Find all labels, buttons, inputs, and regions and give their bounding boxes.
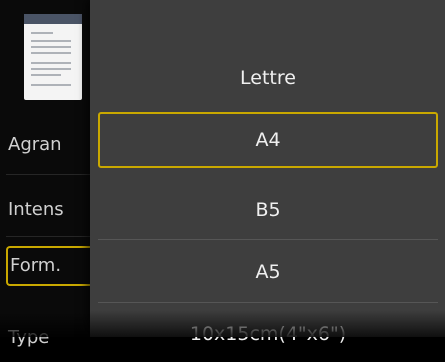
page-size-option-a5[interactable]: A5 [98,244,438,300]
page-size-option-letter[interactable]: Lettre [98,50,438,106]
page-size-option-b5[interactable]: B5 [98,182,438,238]
setting-item-intensity[interactable]: Intens [6,190,100,230]
settings-column: Agran Intens Form. Type [0,0,100,348]
document-preview-icon [24,14,82,100]
setting-item-page-size[interactable]: Form. [6,246,100,286]
setting-item-type[interactable]: Type [6,318,100,358]
option-divider [98,239,438,240]
option-divider [98,302,438,303]
setting-item-magnification[interactable]: Agran [6,125,100,165]
page-size-dropdown: Lettre A4 B5 A5 10x15cm(4"x6") [90,0,445,345]
page-size-option-10x15[interactable]: 10x15cm(4"x6") [98,306,438,362]
page-size-option-a4[interactable]: A4 [98,112,438,168]
